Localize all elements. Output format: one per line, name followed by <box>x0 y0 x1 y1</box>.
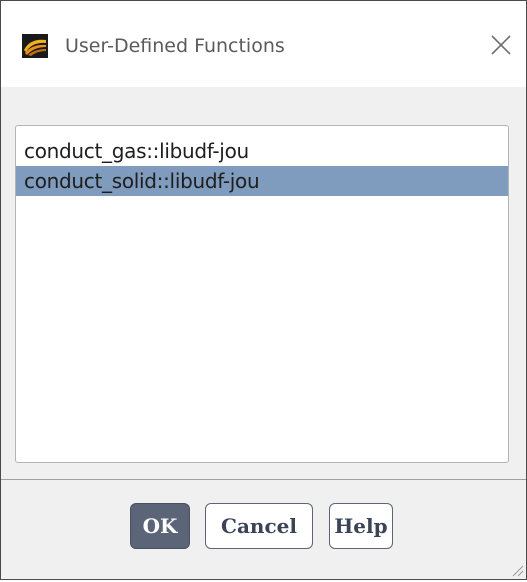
help-button[interactable]: Help <box>329 503 393 549</box>
user-defined-functions-dialog: User-Defined Functions conduct_gas::libu… <box>0 0 527 580</box>
list-item-conduct-gas[interactable]: conduct_gas::libudf-jou <box>16 136 508 166</box>
ansys-fluent-icon <box>22 34 48 58</box>
ok-button[interactable]: OK <box>130 503 190 549</box>
divider <box>1 479 526 480</box>
window-title: User-Defined Functions <box>65 35 285 57</box>
resize-grip-icon[interactable] <box>510 563 524 577</box>
title-bar[interactable]: User-Defined Functions <box>1 1 526 87</box>
close-icon[interactable] <box>485 29 517 61</box>
cancel-button[interactable]: Cancel <box>205 503 313 549</box>
dialog-body: conduct_gas::libudf-jou conduct_solid::l… <box>1 87 526 579</box>
udf-list[interactable]: conduct_gas::libudf-jou conduct_solid::l… <box>15 125 509 463</box>
list-item-conduct-solid[interactable]: conduct_solid::libudf-jou <box>16 166 508 196</box>
